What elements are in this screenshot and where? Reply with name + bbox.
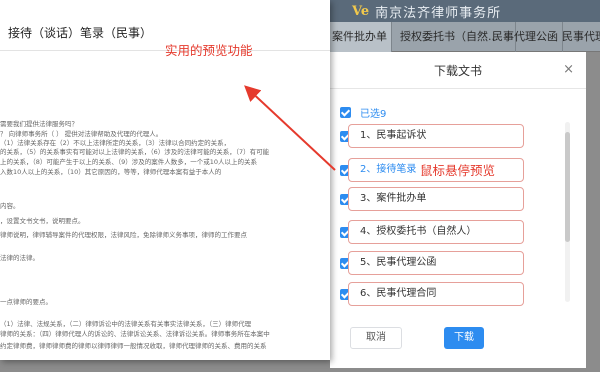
annotation-arrows [244,85,336,171]
screenshot-stage: Ve 南京法齐律师事务所 案件批办单 授权委托书（自然... × 民事代理公函 民… [0,0,600,372]
arrow-to-preview [244,85,336,171]
